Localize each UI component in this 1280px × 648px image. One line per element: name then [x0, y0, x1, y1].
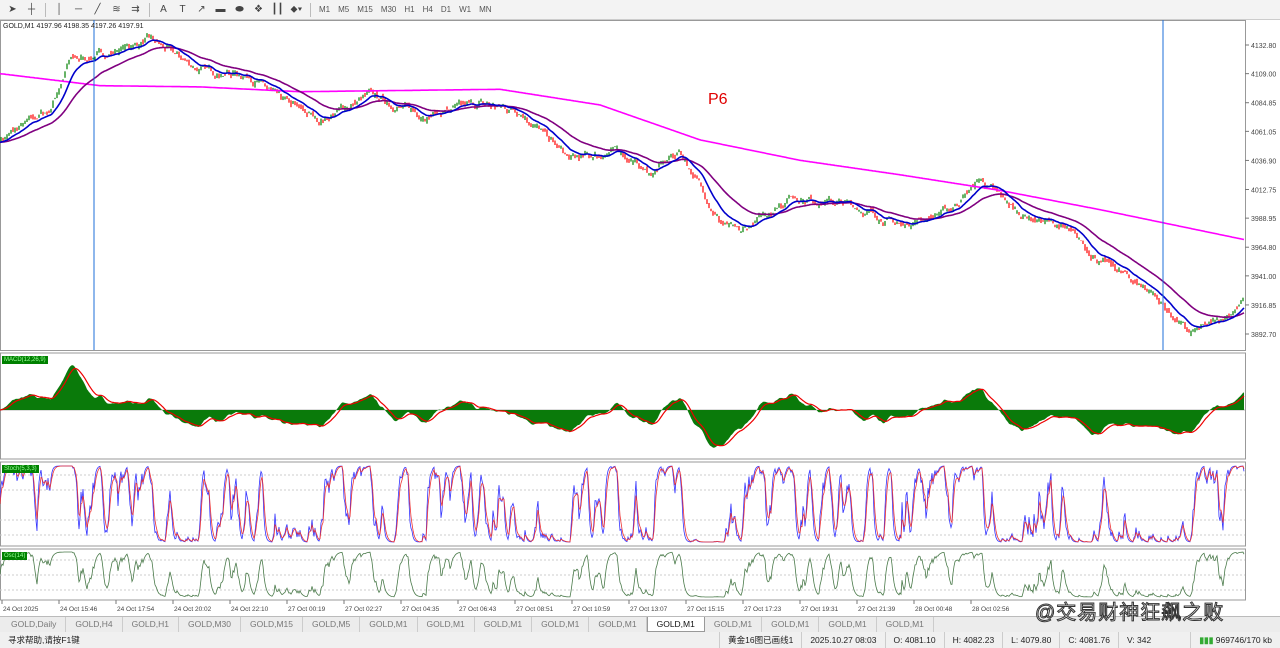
channel-icon[interactable]: ⇉ [127, 2, 144, 18]
ma-fast-line [0, 39, 1245, 328]
time-label: 27 Oct 17:23 [744, 606, 782, 613]
period-separator-icon[interactable]: ┃┃ [269, 2, 286, 18]
status-low: L: 4079.80 [1002, 632, 1059, 648]
chart-tab[interactable]: GOLD,M1 [705, 617, 763, 632]
rectangle-icon[interactable]: ▬ [212, 2, 229, 18]
time-label: 24 Oct 20:02 [174, 606, 212, 613]
timeframe-m1[interactable]: M1 [316, 2, 333, 18]
price-label: 4132.80 [1251, 43, 1276, 50]
status-help: 寻求帮助,请按F1键 [8, 635, 80, 645]
chart-header: GOLD,M1 4197.96 4198.35 4197.26 4197.91 [3, 23, 144, 30]
time-label: 27 Oct 13:07 [630, 606, 668, 613]
time-label: 28 Oct 00:48 [915, 606, 953, 613]
macd-histogram [0, 365, 1244, 448]
osc-label: Osc(14) [2, 552, 28, 560]
chart-tab[interactable]: GOLD,M1 [646, 617, 705, 632]
ellipse-icon[interactable]: ⬬ [231, 2, 248, 18]
ma-mid-line [0, 46, 1245, 319]
toolbar-separator [45, 2, 46, 17]
time-label: 27 Oct 08:51 [516, 606, 554, 613]
time-label: 27 Oct 06:43 [459, 606, 497, 613]
price-label: 4084.85 [1251, 101, 1276, 108]
traffic-icon: ▮▮▮ [1199, 635, 1216, 645]
status-bar: 寻求帮助,请按F1键 黄金16图已画线1 2025.10.27 08:03 O:… [0, 632, 1280, 648]
time-label: 27 Oct 15:15 [687, 606, 725, 613]
traffic-text: 969746/170 kb [1215, 635, 1272, 645]
chart-tab[interactable]: GOLD,M1 [819, 617, 877, 632]
grid-icon[interactable]: ❖ [250, 2, 267, 18]
chart-area[interactable]: 4132.80 4109.00 4084.85 4061.05 4036.90 4012.… [0, 20, 1280, 616]
price-label: 4109.00 [1251, 72, 1276, 79]
time-label: 27 Oct 02:27 [345, 606, 383, 613]
time-label: 24 Oct 22:10 [231, 606, 269, 613]
chart-tab[interactable]: GOLD,M1 [475, 617, 533, 632]
watermark: @交易财神狂飙之败 [1034, 602, 1225, 625]
horizontal-line-icon[interactable]: ─ [70, 2, 87, 18]
time-label: 27 Oct 04:35 [402, 606, 440, 613]
time-label: 24 Oct 17:54 [117, 606, 155, 613]
crosshair-icon[interactable]: ┼ [23, 2, 40, 18]
status-traffic: ▮▮▮ 969746/170 kb [1190, 632, 1280, 648]
shapes-dropdown-icon[interactable]: ⬥▾ [288, 2, 305, 18]
stoch-label: Stoch(5,3,3) [2, 465, 39, 473]
vertical-line-icon[interactable]: │ [51, 2, 68, 18]
status-profile: 黄金16图已画线1 [719, 632, 801, 648]
main-pane-frame [0, 20, 1246, 351]
chart-canvas[interactable]: 4132.80 4109.00 4084.85 4061.05 4036.90 4012.… [0, 20, 1280, 616]
status-close: C: 4081.76 [1059, 632, 1118, 648]
chart-tab[interactable]: GOLD,H1 [123, 617, 179, 632]
timeframe-d1[interactable]: D1 [438, 2, 454, 18]
timeframe-m5[interactable]: M5 [335, 2, 352, 18]
chart-tab[interactable]: GOLD,M15 [241, 617, 303, 632]
annotation-p6: P6 [708, 91, 728, 108]
macd-label: MACD(12,26,9) [2, 356, 48, 364]
price-label: 3941.00 [1251, 274, 1276, 281]
time-label: 24 Oct 2025 [3, 606, 39, 613]
fibonacci-icon[interactable]: ≋ [108, 2, 125, 18]
timeframe-m30[interactable]: M30 [378, 2, 400, 18]
toolbar: ➤ ┼ │ ─ ╱ ≋ ⇉ A T ↗ ▬ ⬬ ❖ ┃┃ ⬥▾ M1 M5 M15 M30 H1 H4 D1 W1 MN [0, 0, 1280, 20]
chart-tab[interactable]: GOLD,M5 [303, 617, 361, 632]
status-high: H: 4082.23 [943, 632, 1003, 648]
status-volume: V: 342 [1117, 632, 1190, 648]
timeframe-w1[interactable]: W1 [456, 2, 474, 18]
time-label: 24 Oct 15:46 [60, 606, 98, 613]
price-label: 3892.70 [1251, 332, 1276, 339]
label-icon[interactable]: T [174, 2, 191, 18]
time-label: 27 Oct 21:39 [858, 606, 896, 613]
macd-signal-line [0, 367, 1245, 447]
timeframe-m15[interactable]: M15 [354, 2, 376, 18]
status-datetime: 2025.10.27 08:03 [801, 632, 884, 648]
arrow-icon[interactable]: ↗ [193, 2, 210, 18]
chart-tab[interactable]: GOLD,M30 [179, 617, 241, 632]
chart-tab[interactable]: GOLD,M1 [762, 617, 820, 632]
chart-tab[interactable]: GOLD,M1 [589, 617, 647, 632]
chart-tab[interactable]: GOLD,M1 [360, 617, 418, 632]
timeframe-h4[interactable]: H4 [420, 2, 436, 18]
text-icon[interactable]: A [155, 2, 172, 18]
time-label: 27 Oct 10:59 [573, 606, 611, 613]
price-label: 4012.75 [1251, 188, 1276, 195]
price-label: 3964.80 [1251, 245, 1276, 252]
cursor-icon[interactable]: ➤ [4, 2, 21, 18]
trendline-icon[interactable]: ╱ [89, 2, 106, 18]
chart-tab[interactable]: GOLD,H4 [66, 617, 123, 632]
timeframe-h1[interactable]: H1 [401, 2, 417, 18]
time-label: 27 Oct 00:19 [288, 606, 326, 613]
chart-tab[interactable]: GOLD,M1 [418, 617, 475, 632]
status-open: O: 4081.10 [884, 632, 944, 648]
toolbar-separator [149, 2, 150, 17]
chart-tab[interactable]: GOLD,Daily [2, 617, 67, 632]
time-label: 27 Oct 19:31 [801, 606, 839, 613]
timeframe-mn[interactable]: MN [476, 2, 494, 18]
price-label: 4061.05 [1251, 129, 1276, 136]
price-label: 3988.95 [1251, 216, 1276, 223]
chart-tab[interactable]: GOLD,M1 [532, 617, 590, 632]
price-label: 4036.90 [1251, 158, 1276, 165]
price-label: 3916.85 [1251, 303, 1276, 310]
stoch-d-line [0, 465, 1245, 543]
toolbar-separator [310, 2, 311, 17]
chart-tab[interactable]: GOLD,M1 [877, 617, 934, 632]
time-label: 28 Oct 02:56 [972, 606, 1010, 613]
